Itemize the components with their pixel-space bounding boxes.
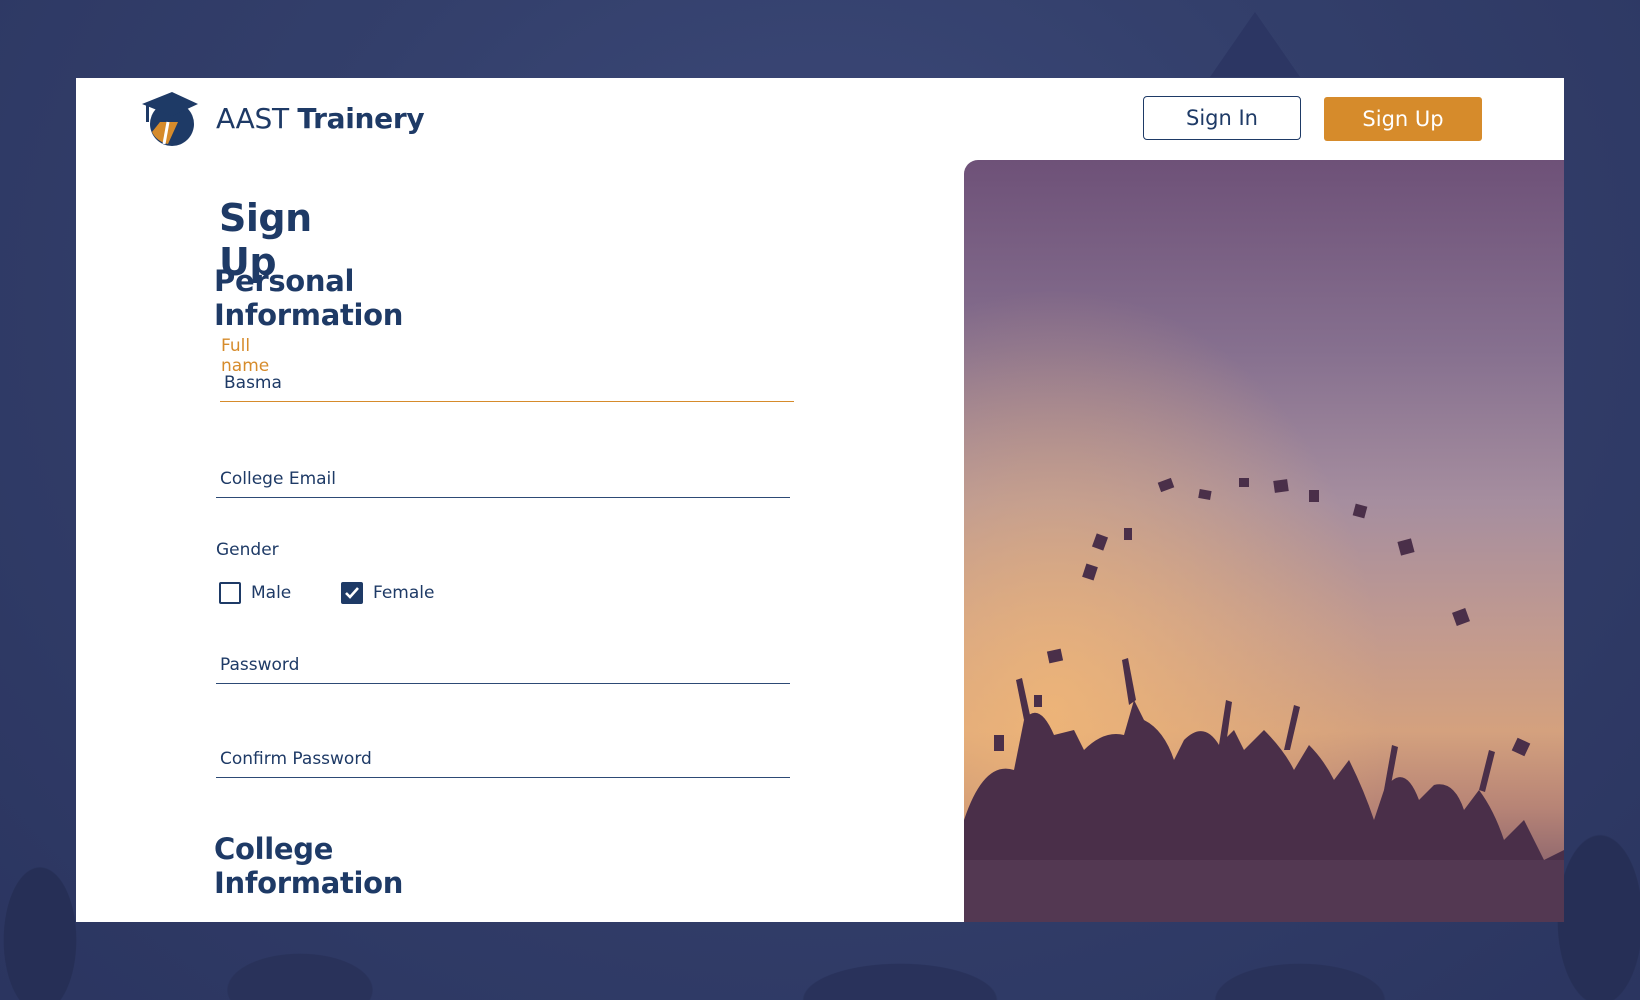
college-email-input[interactable] bbox=[216, 460, 790, 498]
background-decoration bbox=[1210, 12, 1300, 77]
gender-female-checkbox[interactable]: Female bbox=[341, 582, 434, 604]
gender-male-checkbox[interactable]: Male bbox=[219, 582, 291, 604]
gender-label: Gender bbox=[216, 540, 279, 560]
sign-up-button[interactable]: Sign Up bbox=[1324, 97, 1482, 141]
college-info-heading: College Information bbox=[214, 832, 404, 900]
gender-female-label: Female bbox=[373, 583, 435, 603]
password-input[interactable] bbox=[216, 646, 790, 684]
graduates-silhouette-image bbox=[964, 160, 1564, 922]
gender-male-label: Male bbox=[251, 583, 292, 603]
brand-logo[interactable]: AAST Trainery bbox=[138, 86, 425, 150]
signup-card: AAST Trainery Sign In Sign Up Sign Up Pe… bbox=[76, 78, 1564, 922]
checkmark-icon bbox=[345, 587, 359, 599]
brand-name-light: AAST bbox=[216, 101, 289, 135]
sign-in-button[interactable]: Sign In bbox=[1143, 96, 1301, 140]
graduation-cap-logo-icon bbox=[142, 92, 198, 146]
brand-name: AAST Trainery bbox=[216, 101, 425, 135]
confirm-password-input[interactable] bbox=[216, 740, 790, 778]
personal-info-heading: Personal Information bbox=[214, 264, 404, 332]
checkbox-checked-icon[interactable] bbox=[341, 582, 363, 604]
brand-name-bold: Trainery bbox=[297, 101, 425, 135]
checkbox-unchecked-icon[interactable] bbox=[219, 582, 241, 604]
graduation-photo bbox=[964, 160, 1564, 922]
full-name-input[interactable] bbox=[220, 364, 794, 402]
